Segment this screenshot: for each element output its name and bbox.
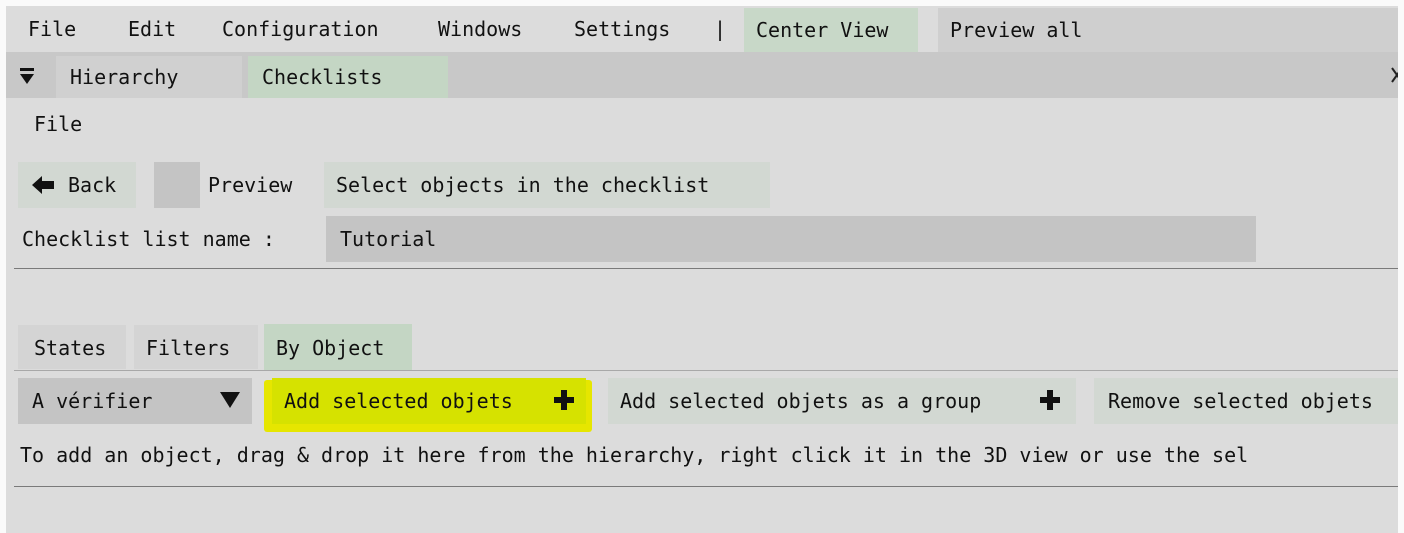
state-select[interactable]: A vérifier xyxy=(18,378,252,424)
menu-file[interactable]: File xyxy=(28,6,76,52)
remove-selected-label: Remove selected objets xyxy=(1108,389,1373,413)
app-window: File Edit Configuration Windows Settings… xyxy=(6,6,1398,533)
checklist-name-input[interactable]: Tutorial xyxy=(326,216,1256,262)
add-group-button[interactable]: Add selected objets as a group xyxy=(608,378,1076,424)
preview-checkbox[interactable] xyxy=(154,162,200,208)
menu-separator: | xyxy=(714,17,727,41)
checklist-name-label: Checklist list name : xyxy=(22,227,275,251)
add-selected-button[interactable]: Add selected objets xyxy=(272,378,586,424)
add-group-label: Add selected objets as a group xyxy=(620,389,982,413)
menu-windows[interactable]: Windows xyxy=(438,6,522,52)
checklist-name-value: Tutorial xyxy=(340,227,437,251)
help-text: To add an object, drag & drop it here fr… xyxy=(20,443,1249,467)
close-icon[interactable] xyxy=(1390,64,1398,86)
collapse-icon[interactable] xyxy=(16,60,38,90)
plus-icon xyxy=(1040,390,1060,410)
select-objects-button[interactable]: Select objects in the checklist xyxy=(324,162,770,208)
arrow-left-icon xyxy=(32,175,56,195)
tab-states-label: States xyxy=(34,336,107,360)
tab-states[interactable]: States xyxy=(18,325,126,369)
back-label: Back xyxy=(68,173,117,197)
dropdown-icon xyxy=(220,392,240,410)
tab-hierarchy[interactable]: Hierarchy xyxy=(56,56,242,98)
divider-top xyxy=(14,268,1398,269)
menu-edit[interactable]: Edit xyxy=(128,6,176,52)
preview-label: Preview xyxy=(208,173,293,197)
menubar: File Edit Configuration Windows Settings… xyxy=(6,6,1398,52)
remove-selected-button[interactable]: Remove selected objets xyxy=(1094,378,1398,424)
add-selected-label: Add selected objets xyxy=(284,389,513,413)
subtab-divider xyxy=(14,370,1398,371)
center-view-button[interactable]: Center View xyxy=(744,8,918,52)
tab-checklists[interactable]: Checklists xyxy=(248,56,448,98)
panel-file-menu[interactable]: File xyxy=(34,112,82,136)
tab-filters-label: Filters xyxy=(146,336,231,360)
plus-icon xyxy=(554,390,574,410)
state-select-value: A vérifier xyxy=(32,389,153,413)
tab-filters[interactable]: Filters xyxy=(134,325,258,369)
dock-tabbar: Hierarchy Checklists xyxy=(6,52,1398,98)
select-objects-label: Select objects in the checklist xyxy=(336,173,710,197)
divider-bottom xyxy=(14,486,1398,487)
preview-all-button[interactable]: Preview all xyxy=(938,8,1398,52)
back-button[interactable]: Back xyxy=(18,162,136,208)
tab-by-object-label: By Object xyxy=(276,336,385,360)
menu-configuration[interactable]: Configuration xyxy=(222,6,379,52)
menu-settings[interactable]: Settings xyxy=(574,6,670,52)
tab-by-object[interactable]: By Object xyxy=(264,324,412,370)
